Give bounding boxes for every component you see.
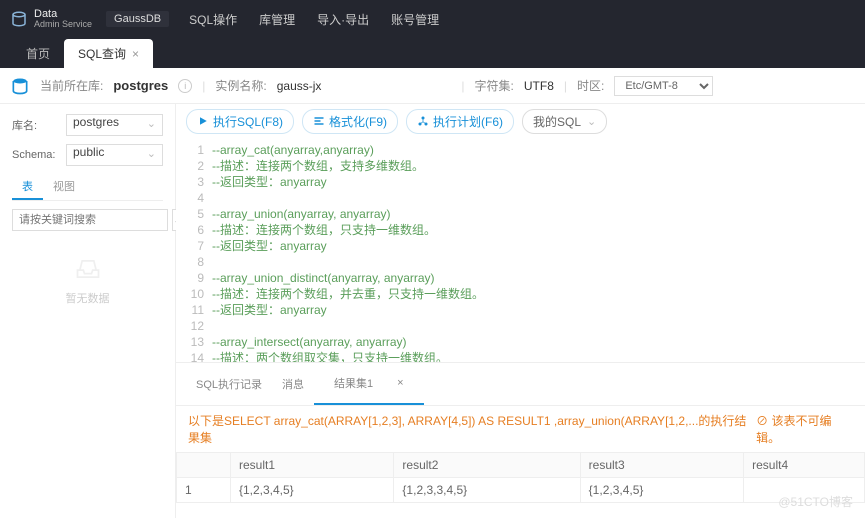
- format-sql-button[interactable]: 格式化(F9): [302, 109, 398, 134]
- context-bar: 当前所在库: postgres i | 实例名称: gauss-jx | 字符集…: [0, 68, 865, 104]
- db-icon: [10, 76, 30, 96]
- close-icon[interactable]: ×: [387, 371, 413, 395]
- tz-label: 时区:: [577, 77, 604, 94]
- page-tabs: 首页 SQL查询×: [0, 38, 865, 68]
- readonly-notice: 该表不可编辑。: [756, 412, 853, 446]
- my-sql-dropdown[interactable]: 我的SQL: [522, 109, 607, 134]
- db-select-label: 库名:: [12, 117, 66, 133]
- instance-value: gauss-jx: [277, 79, 322, 93]
- side-tab-tables[interactable]: 表: [12, 174, 43, 200]
- schema-select-label: Schema:: [12, 149, 66, 161]
- results-tab-messages[interactable]: 消息: [272, 363, 314, 405]
- nav-sql-ops[interactable]: SQL操作: [189, 11, 237, 28]
- tree-search-input[interactable]: [12, 209, 168, 231]
- top-bar: Data Admin Service GaussDB SQL操作 库管理 导入·…: [0, 0, 865, 38]
- sql-editor[interactable]: 1--array_cat(anyarray,anyarray)2--描述：连接两…: [176, 138, 865, 362]
- info-icon[interactable]: i: [178, 79, 192, 93]
- charset-value: UTF8: [524, 79, 554, 93]
- top-nav: SQL操作 库管理 导入·导出 账号管理: [189, 11, 439, 28]
- result-banner: 以下是SELECT array_cat(ARRAY[1,2,3], ARRAY[…: [188, 412, 756, 446]
- sidebar: 库名:postgres Schema:public 表 视图 ⌄ C 暂无数据: [0, 104, 176, 518]
- main-panel: 执行SQL(F8) 格式化(F9) 执行计划(F6) 我的SQL 1--arra…: [176, 104, 865, 518]
- tab-sql-query[interactable]: SQL查询×: [64, 39, 153, 68]
- tab-home[interactable]: 首页: [12, 39, 64, 68]
- format-icon: [313, 115, 325, 127]
- watermark: @51CTO博客: [778, 493, 853, 510]
- brand-line2: Admin Service: [34, 20, 92, 29]
- nav-db-mgmt[interactable]: 库管理: [259, 11, 295, 28]
- results-tab-resultset[interactable]: 结果集1×: [314, 363, 424, 405]
- current-db-value: postgres: [113, 78, 168, 93]
- database-icon: [10, 10, 28, 28]
- sql-toolbar: 执行SQL(F8) 格式化(F9) 执行计划(F6) 我的SQL: [176, 104, 865, 138]
- results-tab-history[interactable]: SQL执行记录: [186, 363, 272, 405]
- results-panel: SQL执行记录 消息 结果集1× 以下是SELECT array_cat(ARR…: [176, 362, 865, 518]
- nav-account[interactable]: 账号管理: [391, 11, 439, 28]
- explain-plan-button[interactable]: 执行计划(F6): [406, 109, 514, 134]
- timezone-select[interactable]: Etc/GMT-8: [614, 76, 713, 96]
- schema-select[interactable]: public: [66, 144, 163, 166]
- nav-import-export[interactable]: 导入·导出: [317, 11, 369, 28]
- run-sql-button[interactable]: 执行SQL(F8): [186, 109, 294, 134]
- result-table: result1result2result3result4 1{1,2,3,4,5…: [176, 452, 865, 503]
- tree-empty-state: 暂无数据: [12, 255, 163, 306]
- db-select[interactable]: postgres: [66, 114, 163, 136]
- brand-logo: Data Admin Service: [10, 9, 92, 29]
- plan-icon: [417, 115, 429, 127]
- current-db-label: 当前所在库:: [40, 77, 103, 94]
- instance-label: 实例名称:: [215, 77, 266, 94]
- table-row: 1{1,2,3,4,5}{1,2,3,3,4,5}{1,2,3,4,5}: [177, 478, 865, 503]
- side-tab-views[interactable]: 视图: [43, 174, 85, 200]
- engine-badge: GaussDB: [106, 11, 169, 27]
- play-icon: [197, 115, 209, 127]
- inbox-icon: [70, 255, 106, 283]
- close-icon[interactable]: ×: [132, 47, 139, 61]
- charset-label: 字符集:: [475, 77, 514, 94]
